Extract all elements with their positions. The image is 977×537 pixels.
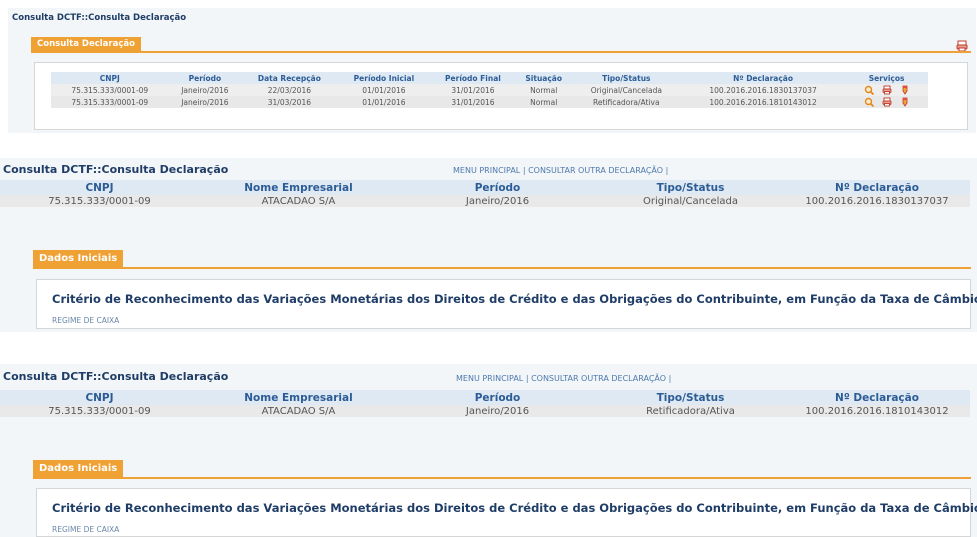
- criterio-heading: Critério de Reconhecimento das Variações…: [52, 501, 977, 515]
- criterio-value: REGIME DE CAIXA: [52, 316, 120, 325]
- periodo-inicial-cell: 01/01/2016: [337, 96, 431, 108]
- declaracoes-table: CNPJ Período Data Recepção Período Inicial P…: [51, 72, 928, 108]
- situacao-cell: Normal: [515, 96, 572, 108]
- criterio-heading: Critério de Reconhecimento das Variações…: [52, 292, 977, 306]
- nome-empresarial-cell: ATACADAO S/A: [199, 405, 398, 417]
- tipo-status-cell: Original/Cancelada: [571, 84, 681, 96]
- cnpj-cell: 75.315.333/0001-09: [0, 405, 199, 417]
- page-title: Consulta DCTF::Consulta Declaração: [3, 370, 229, 383]
- column-header: Situação: [515, 72, 572, 84]
- periodo-inicial-cell: 01/01/2016: [337, 84, 431, 96]
- numero-declaracao-cell: 100.2016.2016.1830137037: [784, 195, 970, 207]
- tab-consulta-declaracao[interactable]: Consulta Declaração: [31, 37, 141, 52]
- nav-separator: |: [522, 166, 526, 175]
- periodo-cell: Janeiro/2016: [398, 405, 597, 417]
- magnifier-icon[interactable]: [864, 97, 874, 107]
- consultar-outra-link[interactable]: CONSULTAR OUTRA DECLARAÇÃO: [528, 166, 663, 175]
- tab-underline: [33, 477, 971, 479]
- pencil-icon[interactable]: [900, 97, 910, 107]
- nav-separator: |: [668, 374, 672, 383]
- panel-declaracao-retificadora: Consulta DCTF::Consulta Declaração MENU …: [0, 364, 977, 537]
- dados-iniciais-box: Critério de Reconhecimento das Variações…: [36, 279, 977, 329]
- column-header: Período Inicial: [337, 72, 431, 84]
- table-row: 75.315.333/0001-09 ATACADAO S/A Janeiro/…: [0, 405, 970, 417]
- column-header: Período: [168, 72, 242, 84]
- column-header: Data Recepção: [241, 72, 338, 84]
- page-title: Consulta DCTF::Consulta Declaração: [12, 13, 187, 23]
- nav-separator: |: [525, 374, 529, 383]
- consultar-outra-link[interactable]: CONSULTAR OUTRA DECLARAÇÃO: [531, 374, 666, 383]
- table-row: 75.315.333/0001-09 Janeiro/2016 31/03/2016…: [51, 96, 928, 108]
- panel-consulta-declaracao-list: Consulta DCTF::Consulta Declaração Consu…: [8, 8, 976, 133]
- column-header: Período Final: [430, 72, 516, 84]
- tab-dados-iniciais[interactable]: Dados Iniciais: [33, 460, 124, 478]
- tab-underline: [31, 51, 971, 53]
- column-header: Tipo/Status: [597, 390, 784, 405]
- nav-links: MENU PRINCIPAL | CONSULTAR OUTRA DECLARA…: [456, 374, 671, 383]
- menu-principal-link[interactable]: MENU PRINCIPAL: [453, 166, 520, 175]
- periodo-cell: Janeiro/2016: [168, 84, 242, 96]
- cnpj-cell: 75.315.333/0001-09: [0, 195, 199, 207]
- column-header: Tipo/Status: [571, 72, 681, 84]
- page-title: Consulta DCTF::Consulta Declaração: [3, 163, 229, 176]
- servicos-cell: [845, 96, 928, 108]
- table-row: 75.315.333/0001-09 ATACADAO S/A Janeiro/…: [0, 195, 970, 207]
- printer-icon[interactable]: [882, 85, 892, 95]
- dados-iniciais-box: Critério de Reconhecimento das Variações…: [36, 488, 977, 537]
- column-header: CNPJ: [0, 390, 199, 405]
- tab-underline: [33, 267, 971, 269]
- criterio-value: REGIME DE CAIXA: [52, 525, 120, 534]
- column-header: CNPJ: [51, 72, 169, 84]
- periodo-final-cell: 31/01/2016: [430, 96, 516, 108]
- column-header: Nº Declaração: [784, 180, 970, 195]
- tab-dados-iniciais[interactable]: Dados Iniciais: [33, 250, 124, 268]
- data-recepcao-cell: 31/03/2016: [241, 96, 338, 108]
- panel-declaracao-original: Consulta DCTF::Consulta Declaração MENU …: [0, 158, 977, 332]
- cnpj-cell: 75.315.333/0001-09: [51, 96, 169, 108]
- servicos-cell: [845, 84, 928, 96]
- tipo-status-cell: Retificadora/Ativa: [597, 405, 784, 417]
- printer-icon[interactable]: [882, 97, 892, 107]
- nav-links: MENU PRINCIPAL | CONSULTAR OUTRA DECLARA…: [453, 166, 668, 175]
- column-header: Período: [398, 180, 597, 195]
- menu-principal-link[interactable]: MENU PRINCIPAL: [456, 374, 523, 383]
- numero-declaracao-cell: 100.2016.2016.1830137037: [680, 84, 846, 96]
- column-header: Nome Empresarial: [199, 180, 398, 195]
- tipo-status-cell: Retificadora/Ativa: [571, 96, 681, 108]
- column-header: Nº Declaração: [680, 72, 846, 84]
- column-header: CNPJ: [0, 180, 199, 195]
- column-header: Tipo/Status: [597, 180, 784, 195]
- periodo-cell: Janeiro/2016: [168, 96, 242, 108]
- numero-declaracao-cell: 100.2016.2016.1810143012: [784, 405, 970, 417]
- pencil-icon[interactable]: [900, 85, 910, 95]
- column-header: Nº Declaração: [784, 390, 970, 405]
- nav-separator: |: [665, 166, 669, 175]
- magnifier-icon[interactable]: [864, 85, 874, 95]
- table-row: 75.315.333/0001-09 Janeiro/2016 22/03/2016…: [51, 84, 928, 96]
- periodo-final-cell: 31/01/2016: [430, 84, 516, 96]
- numero-declaracao-cell: 100.2016.2016.1810143012: [680, 96, 846, 108]
- cnpj-cell: 75.315.333/0001-09: [51, 84, 169, 96]
- column-header: Serviços: [845, 72, 928, 84]
- column-header: Nome Empresarial: [199, 390, 398, 405]
- column-header: Período: [398, 390, 597, 405]
- declaracao-summary-table: CNPJ Nome Empresarial Período Tipo/Statu…: [0, 390, 970, 417]
- periodo-cell: Janeiro/2016: [398, 195, 597, 207]
- nome-empresarial-cell: ATACADAO S/A: [199, 195, 398, 207]
- tipo-status-cell: Original/Cancelada: [597, 195, 784, 207]
- declaracao-summary-table: CNPJ Nome Empresarial Período Tipo/Statu…: [0, 180, 970, 207]
- data-recepcao-cell: 22/03/2016: [241, 84, 338, 96]
- situacao-cell: Normal: [515, 84, 572, 96]
